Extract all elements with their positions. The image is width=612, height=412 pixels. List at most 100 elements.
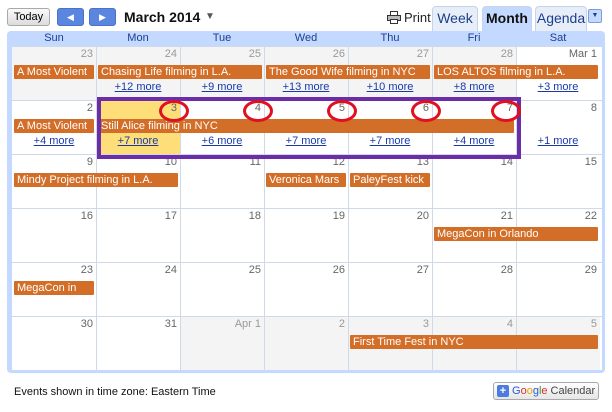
day-cell[interactable]: 31 — [96, 317, 180, 370]
day-number: 26 — [332, 48, 345, 60]
tab-agenda[interactable]: Agenda — [535, 6, 587, 31]
day-cell[interactable]: 25 — [180, 263, 264, 316]
print-label: Print — [404, 9, 431, 25]
day-number: 22 — [584, 210, 597, 222]
annotation-circle — [411, 100, 441, 122]
add-to-google-calendar-button[interactable]: + Google Calendar — [493, 382, 599, 400]
plus-icon: + — [497, 385, 509, 397]
chevron-right-icon: ▶ — [99, 12, 106, 22]
more-events-link[interactable]: +1 more — [516, 135, 600, 147]
day-number: 20 — [416, 210, 429, 222]
next-month-button[interactable]: ▶ — [89, 8, 116, 26]
chevron-down-icon[interactable]: ▼ — [205, 11, 215, 22]
calendar-label: Calendar — [550, 385, 596, 397]
event-chip[interactable]: LOS ALTOS filming in L.A. — [434, 65, 598, 79]
event-chip[interactable]: The Good Wife filming in NYC — [266, 65, 430, 79]
day-number: 31 — [164, 318, 177, 330]
day-number: 25 — [248, 264, 261, 276]
day-cell[interactable]: 11 — [180, 155, 264, 208]
event-chip[interactable]: Veronica Mars — [266, 173, 346, 187]
view-dropdown-icon[interactable]: ▼ — [588, 9, 602, 23]
day-number: Apr 1 — [234, 318, 261, 330]
dow-sat: Sat — [549, 32, 567, 44]
week-row: 9 10 11 12 13 14 15 Mindy Project filmin… — [12, 154, 602, 208]
more-events-link[interactable]: +10 more — [348, 81, 432, 93]
event-chip[interactable]: First Time Fest in NYC — [350, 335, 598, 349]
week-row: 23 24 25 26 27 28 Mar 1 A Most Violent C… — [12, 46, 602, 100]
day-number: 2 — [86, 102, 93, 114]
day-number: 30 — [80, 318, 93, 330]
google-logo: Google — [512, 385, 548, 397]
day-cell[interactable]: 14 — [432, 155, 516, 208]
month-title: March 2014 — [124, 9, 201, 25]
day-number: 26 — [332, 264, 345, 276]
dow-wed: Wed — [294, 32, 318, 44]
day-number: 24 — [164, 48, 177, 60]
day-cell[interactable]: Apr 1 — [180, 317, 264, 370]
day-number: 18 — [248, 210, 261, 222]
today-button[interactable]: Today — [7, 8, 50, 26]
day-number: 5 — [590, 318, 597, 330]
day-cell[interactable]: 26 — [264, 263, 348, 316]
day-number: 28 — [500, 48, 513, 60]
day-number: 4 — [506, 318, 513, 330]
event-chip[interactable]: A Most Violent — [14, 65, 94, 79]
annotation-circle — [491, 100, 521, 122]
day-cell[interactable]: 28 — [432, 263, 516, 316]
day-number: 8 — [590, 102, 597, 114]
more-events-link[interactable]: +13 more — [264, 81, 348, 93]
event-chip[interactable]: A Most Violent — [14, 119, 94, 133]
event-chip[interactable]: Mindy Project filming in L.A. — [14, 173, 178, 187]
day-cell[interactable]: 15 — [516, 155, 600, 208]
day-of-week-header: Sun Mon Tue Wed Thu Fri Sat — [12, 31, 602, 46]
day-number: 25 — [248, 48, 261, 60]
day-number: Mar 1 — [568, 48, 597, 60]
annotation-circle — [243, 100, 273, 122]
day-number: 17 — [164, 210, 177, 222]
day-cell[interactable]: 29 — [516, 263, 600, 316]
more-events-link[interactable]: +12 more — [96, 81, 180, 93]
day-number: 21 — [500, 210, 513, 222]
day-cell[interactable]: 17 — [96, 209, 180, 262]
timezone-note: Events shown in time zone: Eastern Time — [14, 386, 216, 398]
day-number: 2 — [338, 318, 345, 330]
week-row: 30 31 Apr 1 2 3 4 5 First Time Fest in N… — [12, 316, 602, 370]
day-cell[interactable]: 16 — [12, 209, 96, 262]
dow-sun: Sun — [44, 32, 64, 44]
event-chip[interactable]: Chasing Life filming in L.A. — [98, 65, 262, 79]
annotation-circle — [327, 100, 357, 122]
day-cell[interactable]: 24 — [96, 263, 180, 316]
more-events-link[interactable]: +3 more — [516, 81, 600, 93]
dow-fri: Fri — [467, 32, 481, 44]
event-chip[interactable]: MegaCon in — [14, 281, 94, 295]
day-cell[interactable]: 30 — [12, 317, 96, 370]
dow-thu: Thu — [380, 32, 400, 44]
event-chip[interactable]: MegaCon in Orlando — [434, 227, 598, 241]
tab-month[interactable]: Month — [482, 6, 532, 31]
more-events-link[interactable]: +4 more — [12, 135, 96, 147]
calendar-toolbar: Today ◀ ▶ March 2014 ▼ Print Week Month … — [0, 0, 612, 32]
prev-month-button[interactable]: ◀ — [57, 8, 84, 26]
calendar-grid: 23 24 25 26 27 28 Mar 1 A Most Violent C… — [12, 46, 602, 370]
day-number: 24 — [164, 264, 177, 276]
day-number: 28 — [500, 264, 513, 276]
day-cell[interactable]: 20 — [348, 209, 432, 262]
more-events-link[interactable]: +9 more — [180, 81, 264, 93]
day-cell[interactable]: 18 — [180, 209, 264, 262]
day-number: 9 — [86, 156, 93, 168]
day-number: 15 — [584, 156, 597, 168]
day-number: 23 — [80, 264, 93, 276]
more-events-link[interactable]: +8 more — [432, 81, 516, 93]
tab-week[interactable]: Week — [432, 6, 478, 31]
month-calendar: Sun Mon Tue Wed Thu Fri Sat 23 24 25 26 … — [7, 31, 605, 373]
event-chip[interactable]: PaleyFest kick — [350, 173, 430, 187]
day-cell[interactable]: 2 — [264, 317, 348, 370]
dow-tue: Tue — [212, 32, 232, 44]
day-number: 27 — [416, 48, 429, 60]
week-row: 16 17 18 19 20 21 22 MegaCon in Orlando — [12, 208, 602, 262]
day-number: 19 — [332, 210, 345, 222]
day-cell[interactable]: 19 — [264, 209, 348, 262]
day-cell[interactable]: 27 — [348, 263, 432, 316]
week-row: 23 24 25 26 27 28 29 MegaCon in — [12, 262, 602, 316]
print-link[interactable]: Print — [387, 8, 431, 26]
